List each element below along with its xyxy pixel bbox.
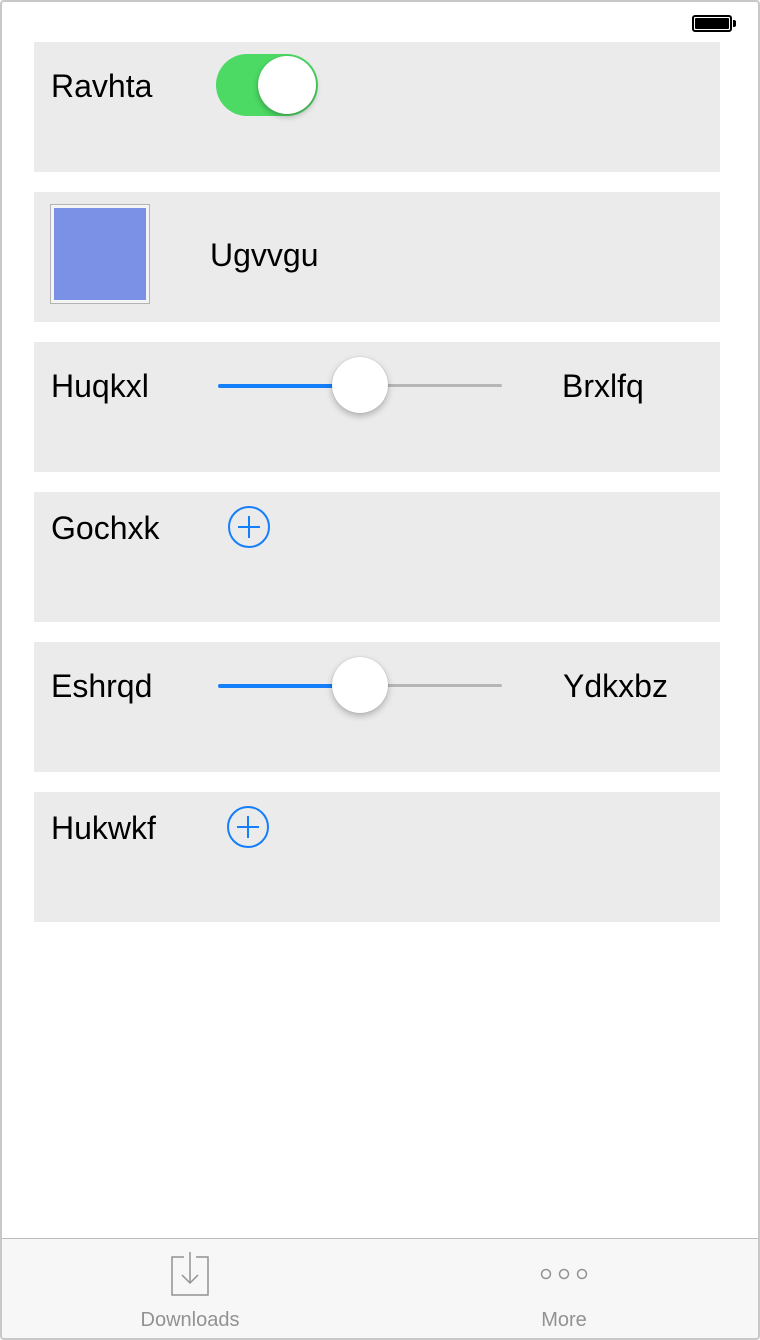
add-row-2: Hukwkf xyxy=(34,792,720,922)
plus-circle-icon[interactable] xyxy=(227,505,271,549)
slider-thumb[interactable] xyxy=(332,357,388,413)
tab-bar: Downloads More xyxy=(2,1238,758,1338)
slider-label: Eshrqd xyxy=(51,668,153,704)
slider-thumb[interactable] xyxy=(332,657,388,713)
add-row-label: Gochxk xyxy=(51,510,160,546)
tab-more[interactable]: More xyxy=(464,1239,664,1338)
slider-1[interactable] xyxy=(218,357,502,422)
tab-label: More xyxy=(541,1309,587,1331)
slider-2[interactable] xyxy=(218,657,502,722)
toggle-row: Ravhta xyxy=(34,42,720,172)
add-row-1: Gochxk xyxy=(34,492,720,622)
battery-icon xyxy=(692,15,736,32)
slider-end-label: Ydkxbz xyxy=(563,668,668,704)
slider-row-2: Eshrqd Ydkxbz xyxy=(34,642,720,772)
slider-end-label: Brxlfq xyxy=(562,368,644,404)
color-row: Ugvvgu xyxy=(34,192,720,322)
color-label: Ugvvgu xyxy=(210,237,319,273)
plus-circle-icon[interactable] xyxy=(226,805,270,849)
app-screen: Ravhta Ugvvgu Huqkxl Brxlfq Gochxk Eshrq… xyxy=(0,0,760,1340)
toggle-label: Ravhta xyxy=(51,68,153,104)
tab-downloads[interactable]: Downloads xyxy=(90,1239,290,1338)
toggle-switch[interactable] xyxy=(216,54,318,116)
color-swatch-fill xyxy=(54,208,146,300)
color-swatch[interactable] xyxy=(50,204,150,304)
more-icon xyxy=(539,1267,589,1286)
slider-row-1: Huqkxl Brxlfq xyxy=(34,342,720,472)
add-row-label: Hukwkf xyxy=(51,810,156,846)
slider-label: Huqkxl xyxy=(51,368,149,404)
toggle-knob xyxy=(258,56,316,114)
tab-label: Downloads xyxy=(140,1309,240,1331)
downloads-icon xyxy=(170,1251,210,1302)
